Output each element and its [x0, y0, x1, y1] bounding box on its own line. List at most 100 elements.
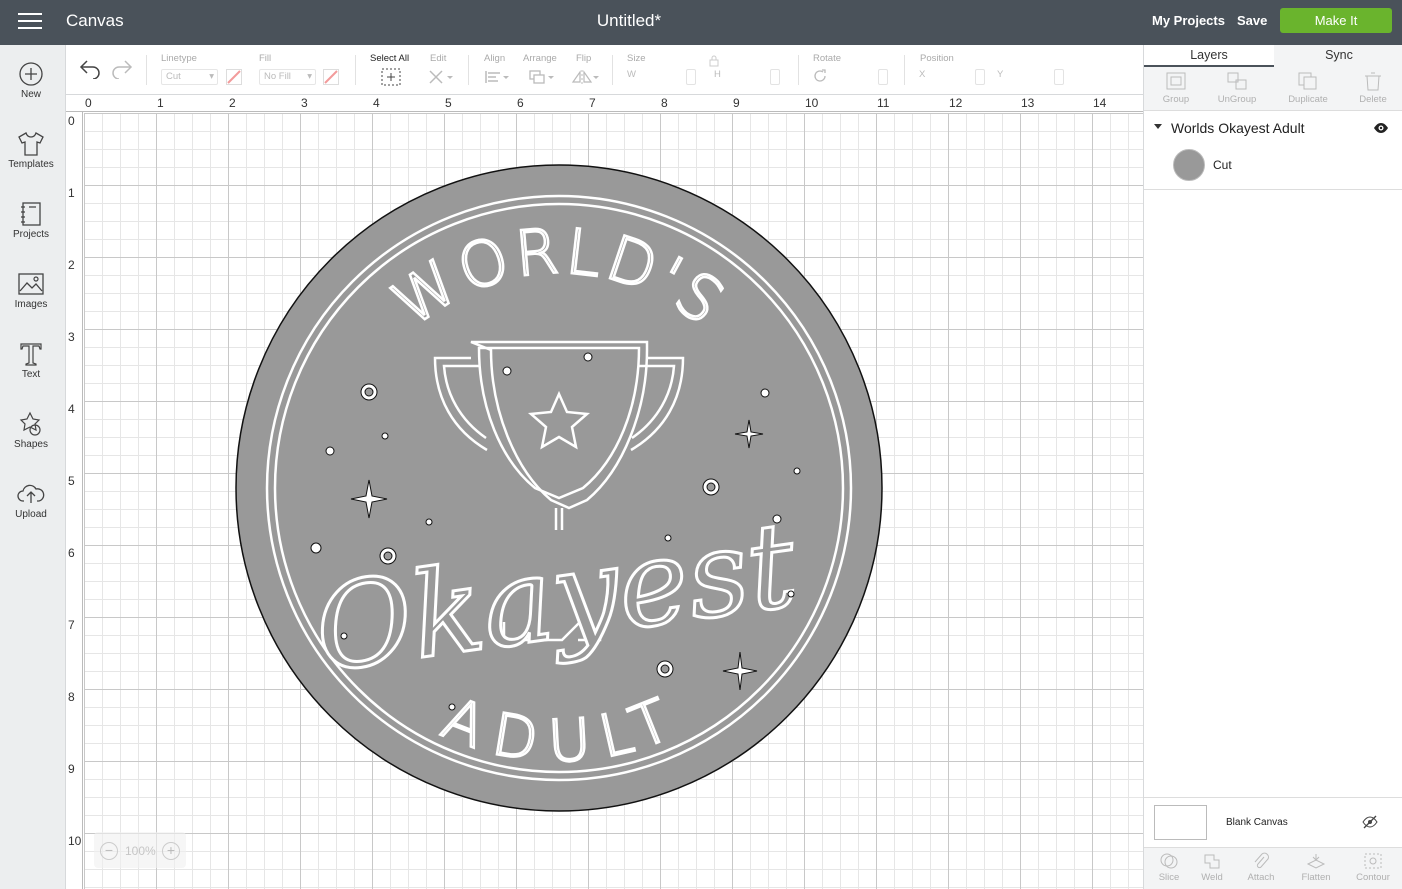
- group-icon: [1166, 72, 1186, 90]
- ruler-top-number: 2: [229, 96, 236, 110]
- lock-aspect-icon[interactable]: [707, 55, 721, 67]
- ruler-left-number: 4: [68, 402, 75, 416]
- size-height-label: H: [714, 69, 721, 80]
- my-projects-button[interactable]: My Projects: [1152, 13, 1225, 28]
- sidebar-label: Text: [21, 369, 41, 380]
- sidebar-item-upload[interactable]: Upload: [0, 481, 62, 543]
- delete-button[interactable]: Delete: [1341, 71, 1402, 105]
- duplicate-button[interactable]: Duplicate: [1276, 71, 1340, 105]
- fill-dropdown[interactable]: No Fill ▾: [259, 69, 316, 85]
- document-title[interactable]: Untitled*: [0, 11, 1258, 31]
- duplicate-label: Duplicate: [1288, 94, 1328, 105]
- linetype-dropdown[interactable]: Cut ▾: [161, 69, 218, 85]
- x-stepper[interactable]: [975, 69, 985, 85]
- paperclip-icon: [1254, 852, 1269, 869]
- edit-toolbar: Linetype Cut ▾ Fill No Fill ▾ Select All E…: [66, 45, 1143, 95]
- ruler-top-number: 14: [1093, 96, 1107, 110]
- duplicate-icon: [1298, 72, 1317, 90]
- blank-canvas-label: Blank Canvas: [1226, 817, 1288, 828]
- zoom-control: − 100% +: [94, 832, 186, 868]
- zoom-out-button[interactable]: −: [100, 842, 118, 860]
- plus-circle-icon: [19, 62, 43, 86]
- sidebar-label: Images: [14, 299, 48, 310]
- weld-label: Weld: [1201, 872, 1223, 883]
- fill-color-swatch[interactable]: [323, 69, 339, 85]
- layer-group-name: Worlds Okayest Adult: [1171, 120, 1305, 136]
- sidebar-label: Templates: [8, 159, 54, 170]
- flatten-icon: [1306, 854, 1326, 869]
- layer-thumbnail: [1173, 149, 1205, 181]
- flip-icon[interactable]: [570, 69, 600, 85]
- contour-button[interactable]: Contour: [1348, 852, 1398, 883]
- ruler-left-number: 10: [68, 834, 82, 848]
- blank-canvas-swatch[interactable]: [1154, 805, 1207, 840]
- select-all-icon[interactable]: [381, 68, 401, 86]
- layer-row[interactable]: Cut: [1144, 145, 1402, 190]
- redo-icon[interactable]: [111, 59, 133, 79]
- width-stepper[interactable]: [686, 69, 696, 85]
- design-canvas[interactable]: WORLD'S ADULT Okayest: [84, 113, 1143, 889]
- weld-icon: [1204, 854, 1220, 869]
- sidebar-label: Upload: [15, 509, 47, 520]
- ruler-top-number: 13: [1021, 96, 1035, 110]
- eye-hidden-icon[interactable]: [1362, 815, 1378, 829]
- flatten-button[interactable]: Flatten: [1291, 852, 1341, 883]
- group-button[interactable]: Group: [1144, 71, 1208, 105]
- ruler-left-number: 5: [68, 474, 75, 488]
- ungroup-label: UnGroup: [1217, 94, 1257, 105]
- ruler-top-number: 7: [589, 96, 596, 110]
- rotate-icon: [814, 69, 826, 82]
- caret-down-icon[interactable]: [1154, 124, 1162, 129]
- height-stepper[interactable]: [770, 69, 780, 85]
- group-label: Group: [1162, 94, 1190, 105]
- weld-button[interactable]: Weld: [1187, 852, 1237, 883]
- linetype-color-swatch[interactable]: [226, 69, 242, 85]
- sidebar-item-new[interactable]: New: [0, 61, 62, 123]
- make-it-button[interactable]: Make It: [1280, 8, 1392, 33]
- sidebar-item-text[interactable]: Text: [0, 341, 62, 403]
- ungroup-icon: [1227, 72, 1247, 90]
- slice-icon: [1160, 853, 1178, 869]
- y-stepper[interactable]: [1054, 69, 1064, 85]
- ruler-left-number: 9: [68, 762, 75, 776]
- rotate-stepper[interactable]: [878, 69, 888, 85]
- linetype-value: Cut: [166, 71, 181, 82]
- contour-label: Contour: [1356, 872, 1390, 883]
- arrange-icon[interactable]: [528, 69, 556, 85]
- zoom-level: 100%: [125, 844, 156, 858]
- align-icon[interactable]: [484, 69, 510, 85]
- rotate-label: Rotate: [813, 53, 841, 64]
- ruler-top-number: 5: [445, 96, 452, 110]
- notebook-icon: [21, 202, 41, 226]
- panel-tabs: Layers Sync: [1144, 45, 1402, 67]
- eye-icon[interactable]: [1373, 122, 1389, 134]
- sidebar-item-shapes[interactable]: Shapes: [0, 411, 62, 473]
- sidebar-item-projects[interactable]: Projects: [0, 201, 62, 263]
- tab-layers[interactable]: Layers: [1144, 45, 1274, 67]
- attach-button[interactable]: Attach: [1236, 852, 1286, 883]
- ruler-left-number: 3: [68, 330, 75, 344]
- trash-icon: [1365, 72, 1381, 91]
- layer-tools: Group UnGroup Duplicate Delete: [1144, 67, 1402, 111]
- cloud-upload-icon: [17, 484, 45, 503]
- tab-sync[interactable]: Sync: [1274, 45, 1402, 67]
- top-bar: Canvas Untitled* My Projects Save Make I…: [0, 0, 1402, 45]
- edit-tools-icon[interactable]: [427, 68, 455, 86]
- layer-group-row[interactable]: Worlds Okayest Adult: [1144, 111, 1402, 145]
- ruler-left-number: 7: [68, 618, 75, 632]
- position-x-label: X: [919, 69, 926, 80]
- tshirt-icon: [18, 132, 44, 156]
- zoom-in-button[interactable]: +: [162, 842, 180, 860]
- worlds-okayest-adult-design[interactable]: WORLD'S ADULT Okayest: [234, 162, 884, 812]
- horizontal-ruler: 0 1 2 3 4 5 6 7 8 9 10 11 12 13 14: [66, 95, 1143, 112]
- image-icon: [18, 273, 44, 295]
- sidebar-item-images[interactable]: Images: [0, 271, 62, 333]
- shapes-icon: [19, 411, 41, 436]
- size-width-label: W: [627, 69, 636, 80]
- sidebar-item-templates[interactable]: Templates: [0, 131, 62, 193]
- ruler-top-number: 11: [877, 96, 890, 110]
- undo-icon[interactable]: [79, 59, 101, 79]
- save-button[interactable]: Save: [1237, 13, 1267, 28]
- ungroup-button[interactable]: UnGroup: [1205, 71, 1269, 105]
- edit-label: Edit: [430, 53, 447, 64]
